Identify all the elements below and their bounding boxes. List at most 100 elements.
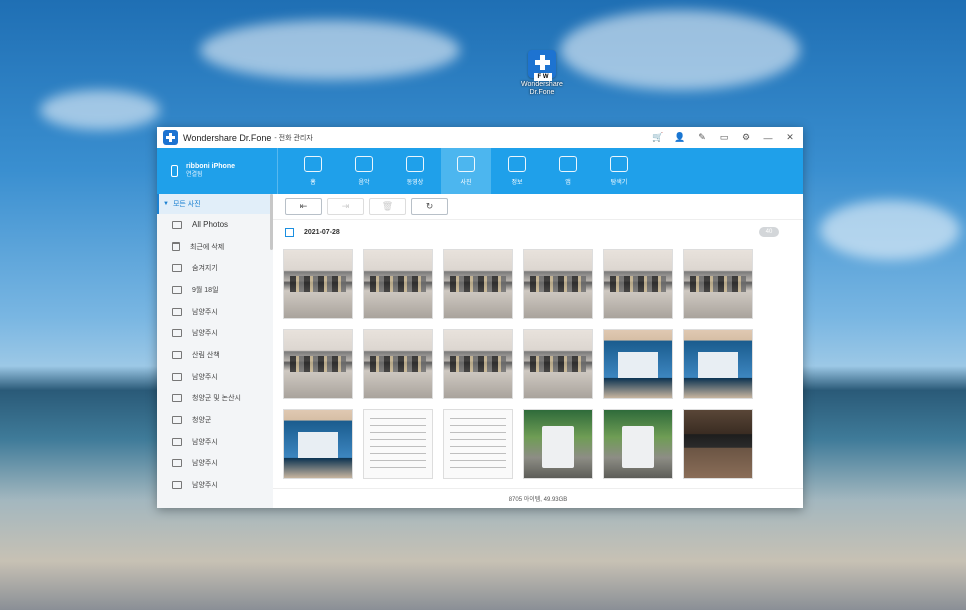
explorer-icon	[610, 156, 628, 172]
sidebar-item-album[interactable]: 산림 산책	[157, 344, 273, 366]
delete-button[interactable]: 🗑	[369, 198, 406, 215]
sidebar-item-all-photos[interactable]: All Photos	[157, 214, 273, 236]
sidebar-item-label: 남양주시	[192, 438, 218, 446]
sidebar-item-label: 최근에 삭제	[190, 243, 225, 251]
trash-icon	[172, 242, 180, 252]
album-icon	[172, 329, 182, 338]
tab-label: 음악	[358, 180, 370, 186]
camera-icon	[172, 220, 182, 229]
sidebar-item-label: 숨겨지기	[192, 265, 218, 273]
tab-label: 동영상	[406, 180, 424, 186]
sidebar-item-label: 남양주시	[192, 482, 218, 490]
drfone-window: Wondershare Dr.Fone - 전화 관리자 🛒 👤 ✎ ▭ ⚙ —…	[157, 127, 803, 508]
date-group-header: 2021-07-28 40	[273, 220, 803, 244]
photo-thumbnail[interactable]	[283, 249, 353, 319]
app-logo-icon	[163, 130, 178, 145]
caret-down-icon: ▼	[163, 201, 169, 207]
main-toolbar: ribboni iPhone 연결됨 홈 음악 동영상 사진 정보 앱 탐색기	[157, 148, 803, 194]
status-bar: 8705 아이템, 49.93GB	[273, 488, 803, 508]
photo-thumbnail[interactable]	[523, 249, 593, 319]
window-title: Wondershare Dr.Fone	[183, 132, 272, 143]
settings-icon[interactable]: ⚙	[739, 131, 753, 145]
user-icon[interactable]: 👤	[673, 131, 687, 145]
photo-thumbnail[interactable]	[523, 409, 593, 479]
tab-music[interactable]: 음악	[339, 148, 389, 194]
photo-thumbnail[interactable]	[523, 329, 593, 399]
window-subtitle: - 전화 관리자	[274, 134, 313, 142]
tab-photos[interactable]: 사진	[441, 148, 491, 194]
sidebar-header-label: 모든 사진	[172, 201, 201, 208]
sidebar-item-label: 산림 산책	[192, 351, 220, 359]
contact-icon	[508, 156, 526, 172]
sidebar-item-label: 남양주시	[192, 330, 218, 338]
tab-label: 사진	[460, 180, 472, 186]
photo-thumbnail[interactable]	[443, 249, 513, 319]
device-name: ribboni iPhone	[186, 163, 235, 170]
select-all-checkbox[interactable]	[285, 227, 294, 237]
sidebar-item-album[interactable]: 9월 18일	[157, 279, 273, 301]
message-icon[interactable]: ▭	[717, 131, 731, 145]
feedback-icon[interactable]: ✎	[695, 131, 709, 145]
sidebar-item-album[interactable]: 남양주시	[157, 322, 273, 344]
sidebar-item-album[interactable]: 남양주시	[157, 301, 273, 323]
photo-thumbnail[interactable]	[363, 249, 433, 319]
photo-thumbnail[interactable]	[363, 409, 433, 479]
album-icon	[172, 372, 182, 381]
photo-thumbnail[interactable]	[683, 409, 753, 479]
tab-label: 정보	[511, 180, 523, 186]
tab-video[interactable]: 동영상	[390, 148, 440, 194]
group-date: 2021-07-28	[304, 228, 340, 236]
photo-thumbnail[interactable]	[283, 329, 353, 399]
photo-thumbnail[interactable]	[603, 409, 673, 479]
apps-icon	[559, 156, 577, 172]
album-icon	[172, 416, 182, 425]
tab-label: 홈	[310, 180, 316, 186]
import-button[interactable]: ⇤	[285, 198, 322, 215]
photo-thumbnail[interactable]	[603, 249, 673, 319]
sidebar-item-album[interactable]: 남양주시	[157, 453, 273, 475]
photo-thumbnail[interactable]	[443, 329, 513, 399]
phone-icon	[171, 165, 178, 177]
album-icon	[172, 481, 182, 490]
tab-explorer[interactable]: 탐색기	[594, 148, 644, 194]
sidebar-item-album[interactable]: 청양군 및 논산시	[157, 388, 273, 410]
export-button[interactable]: ⇥	[327, 198, 364, 215]
photo-thumbnail[interactable]	[683, 329, 753, 399]
sidebar-item-album[interactable]: 남양주시	[157, 431, 273, 453]
cart-icon[interactable]: 🛒	[651, 131, 665, 145]
refresh-button[interactable]: ↻	[411, 198, 448, 215]
device-selector[interactable]: ribboni iPhone 연결됨	[157, 148, 278, 194]
tab-home[interactable]: 홈	[288, 148, 338, 194]
sidebar-item-album[interactable]: 숨겨지기	[157, 257, 273, 279]
drfone-desktop-shortcut[interactable]: F W Wondershare Dr.Fone	[516, 50, 568, 97]
sidebar-item-recently-deleted[interactable]: 최근에 삭제	[157, 236, 273, 258]
shortcut-label: Wondershare Dr.Fone	[521, 81, 563, 96]
photo-thumbnail[interactable]	[363, 329, 433, 399]
sidebar-item-label: 남양주시	[192, 460, 218, 468]
sidebar-item-album[interactable]: 남양주시	[157, 366, 273, 388]
album-icon	[172, 350, 182, 359]
album-icon	[172, 459, 182, 468]
album-icon	[172, 264, 182, 273]
sidebar-item-album[interactable]: 남양주시	[157, 474, 273, 496]
tab-label: 앱	[565, 180, 571, 186]
device-status: 연결됨	[186, 172, 203, 178]
album-sidebar: ▼ 모든 사진 All Photos 최근에 삭제 숨겨지기 9월 18일 남양…	[157, 194, 273, 508]
sidebar-header[interactable]: ▼ 모든 사진	[157, 194, 273, 214]
photo-thumbnail[interactable]	[683, 249, 753, 319]
photo-thumbnail[interactable]	[443, 409, 513, 479]
photo-thumbnail[interactable]	[283, 409, 353, 479]
close-icon[interactable]: ✕	[783, 131, 797, 145]
tab-label: 탐색기	[610, 180, 628, 186]
tab-apps[interactable]: 앱	[543, 148, 593, 194]
photo-panel: ⇤ ⇥ 🗑 ↻ 2021-07-28 40 8705 아이템, 49.93GB	[273, 194, 803, 508]
sidebar-item-label: 청양군 및 논산시	[192, 395, 241, 403]
minimize-icon[interactable]: —	[761, 131, 775, 145]
home-icon	[304, 156, 322, 172]
tab-info[interactable]: 정보	[492, 148, 542, 194]
photo-thumbnail[interactable]	[603, 329, 673, 399]
sidebar-item-label: 9월 18일	[192, 286, 219, 294]
sidebar-item-album[interactable]: 청양군	[157, 409, 273, 431]
group-count-badge: 40	[759, 227, 779, 237]
nav-tabs: 홈 음악 동영상 사진 정보 앱 탐색기	[278, 148, 645, 194]
